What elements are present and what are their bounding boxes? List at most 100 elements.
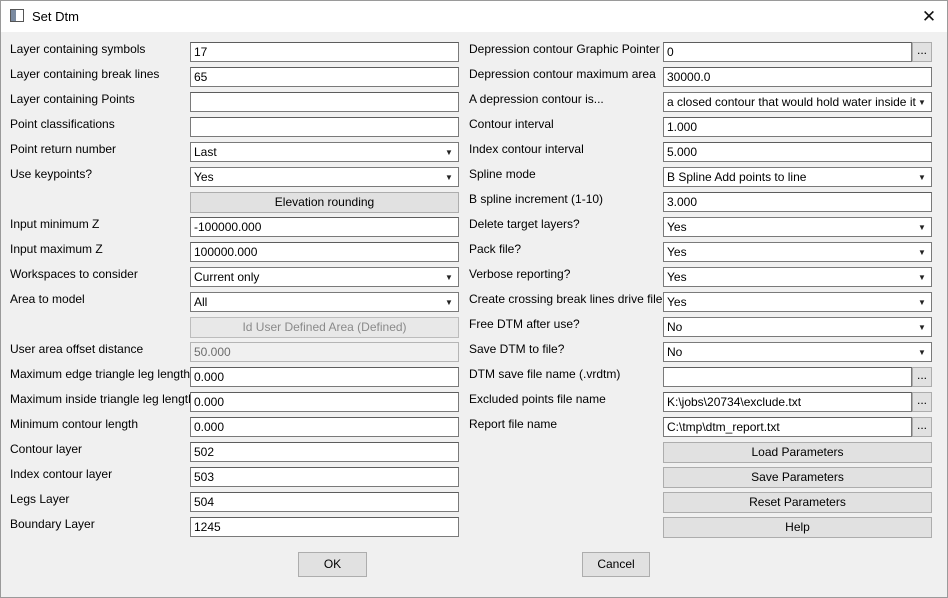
legs-layer-input[interactable]: 504 — [190, 492, 459, 512]
spline-mode-label: Spline mode — [469, 167, 536, 181]
free-dtm-select[interactable]: No ▼ — [663, 317, 932, 337]
point-return-select[interactable]: Last ▼ — [190, 142, 459, 162]
chevron-down-icon: ▼ — [918, 297, 926, 307]
cancel-button[interactable]: Cancel — [582, 552, 650, 577]
min-contour-length-input[interactable]: 0.000 — [190, 417, 459, 437]
ok-button[interactable]: OK — [298, 552, 367, 577]
id-user-area-button[interactable]: Id User Defined Area (Defined) — [190, 317, 459, 338]
pack-file-label: Pack file? — [469, 242, 522, 256]
delete-target-value: Yes — [667, 220, 687, 234]
window-app-icon — [10, 9, 24, 22]
points-layer-label: Layer containing Points — [10, 92, 135, 106]
chevron-down-icon: ▼ — [445, 297, 453, 307]
user-area-offset-label: User area offset distance — [10, 342, 144, 356]
boundary-layer-input[interactable]: 1245 — [190, 517, 459, 537]
contour-interval-input[interactable]: 1.000 — [663, 117, 932, 137]
crossing-break-label: Create crossing break lines drive file? — [469, 292, 670, 306]
depression-is-label: A depression contour is... — [469, 92, 604, 106]
symbols-layer-input[interactable]: 17 — [190, 42, 459, 62]
area-to-model-label: Area to model — [10, 292, 85, 306]
spline-mode-value: B Spline Add points to line — [667, 170, 807, 184]
depression-max-area-label: Depression contour maximum area — [469, 67, 656, 81]
break-lines-layer-input[interactable]: 65 — [190, 67, 459, 87]
boundary-layer-label: Boundary Layer — [10, 517, 95, 531]
crossing-break-value: Yes — [667, 295, 687, 309]
verbose-label: Verbose reporting? — [469, 267, 571, 281]
point-return-value: Last — [194, 145, 217, 159]
set-dtm-dialog: Set Dtm ✕ Layer containing symbols 17 La… — [0, 0, 948, 598]
index-contour-interval-label: Index contour interval — [469, 142, 584, 156]
b-spline-increment-input[interactable]: 3.000 — [663, 192, 932, 212]
break-lines-layer-label: Layer containing break lines — [10, 67, 160, 81]
max-edge-leg-input[interactable]: 0.000 — [190, 367, 459, 387]
contour-layer-input[interactable]: 502 — [190, 442, 459, 462]
verbose-value: Yes — [667, 270, 687, 284]
spline-mode-select[interactable]: B Spline Add points to line ▼ — [663, 167, 932, 187]
pack-file-select[interactable]: Yes ▼ — [663, 242, 932, 262]
depression-is-select[interactable]: a closed contour that would hold water i… — [663, 92, 932, 112]
symbols-layer-label: Layer containing symbols — [10, 42, 146, 56]
chevron-down-icon: ▼ — [918, 97, 926, 107]
use-keypoints-select[interactable]: Yes ▼ — [190, 167, 459, 187]
max-inside-leg-label: Maximum inside triangle leg length — [10, 392, 195, 406]
workspaces-label: Workspaces to consider — [10, 267, 138, 281]
index-contour-layer-label: Index contour layer — [10, 467, 113, 481]
report-file-browse-button[interactable]: ... — [912, 417, 932, 437]
free-dtm-value: No — [667, 320, 683, 334]
chevron-down-icon: ▼ — [918, 347, 926, 357]
dtm-save-name-input[interactable] — [663, 367, 912, 387]
dtm-save-name-browse-button[interactable]: ... — [912, 367, 932, 387]
area-to-model-value: All — [194, 295, 208, 309]
save-parameters-button[interactable]: Save Parameters — [663, 467, 932, 488]
max-inside-leg-input[interactable]: 0.000 — [190, 392, 459, 412]
point-return-label: Point return number — [10, 142, 117, 156]
report-file-label: Report file name — [469, 417, 558, 431]
point-classifications-input[interactable] — [190, 117, 459, 137]
input-max-z-input[interactable]: 100000.000 — [190, 242, 459, 262]
input-min-z-input[interactable]: -100000.000 — [190, 217, 459, 237]
chevron-down-icon: ▼ — [445, 147, 453, 157]
use-keypoints-label: Use keypoints? — [10, 167, 93, 181]
save-dtm-label: Save DTM to file? — [469, 342, 565, 356]
index-contour-interval-input[interactable]: 5.000 — [663, 142, 932, 162]
chevron-down-icon: ▼ — [445, 172, 453, 182]
workspaces-select[interactable]: Current only ▼ — [190, 267, 459, 287]
chevron-down-icon: ▼ — [918, 272, 926, 282]
depression-pointer-browse-button[interactable]: ... — [912, 42, 932, 62]
verbose-select[interactable]: Yes ▼ — [663, 267, 932, 287]
save-dtm-select[interactable]: No ▼ — [663, 342, 932, 362]
legs-layer-label: Legs Layer — [10, 492, 70, 506]
index-contour-layer-input[interactable]: 503 — [190, 467, 459, 487]
close-icon[interactable]: ✕ — [911, 1, 947, 32]
chevron-down-icon: ▼ — [918, 172, 926, 182]
chevron-down-icon: ▼ — [445, 272, 453, 282]
reset-parameters-button[interactable]: Reset Parameters — [663, 492, 932, 513]
save-dtm-value: No — [667, 345, 683, 359]
chevron-down-icon: ▼ — [918, 247, 926, 257]
load-parameters-button[interactable]: Load Parameters — [663, 442, 932, 463]
chevron-down-icon: ▼ — [918, 222, 926, 232]
min-contour-length-label: Minimum contour length — [10, 417, 139, 431]
title-bar: Set Dtm ✕ — [1, 1, 947, 32]
report-file-input[interactable]: C:\tmp\dtm_report.txt — [663, 417, 912, 437]
depression-pointer-input[interactable]: 0 — [663, 42, 912, 62]
excluded-points-browse-button[interactable]: ... — [912, 392, 932, 412]
user-area-offset-input[interactable]: 50.000 — [190, 342, 459, 362]
input-max-z-label: Input maximum Z — [10, 242, 103, 256]
depression-max-area-input[interactable]: 30000.0 — [663, 67, 932, 87]
depression-is-value: a closed contour that would hold water i… — [667, 95, 916, 109]
help-button[interactable]: Help — [663, 517, 932, 538]
area-to-model-select[interactable]: All ▼ — [190, 292, 459, 312]
point-classifications-label: Point classifications — [10, 117, 115, 131]
pack-file-value: Yes — [667, 245, 687, 259]
crossing-break-select[interactable]: Yes ▼ — [663, 292, 932, 312]
delete-target-select[interactable]: Yes ▼ — [663, 217, 932, 237]
use-keypoints-value: Yes — [194, 170, 214, 184]
dtm-save-name-label: DTM save file name (.vrdtm) — [469, 367, 621, 381]
excluded-points-input[interactable]: K:\jobs\20734\exclude.txt — [663, 392, 912, 412]
points-layer-input[interactable] — [190, 92, 459, 112]
max-edge-leg-label: Maximum edge triangle leg length — [10, 367, 191, 381]
free-dtm-label: Free DTM after use? — [469, 317, 580, 331]
b-spline-increment-label: B spline increment (1-10) — [469, 192, 604, 206]
elevation-rounding-button[interactable]: Elevation rounding — [190, 192, 459, 213]
